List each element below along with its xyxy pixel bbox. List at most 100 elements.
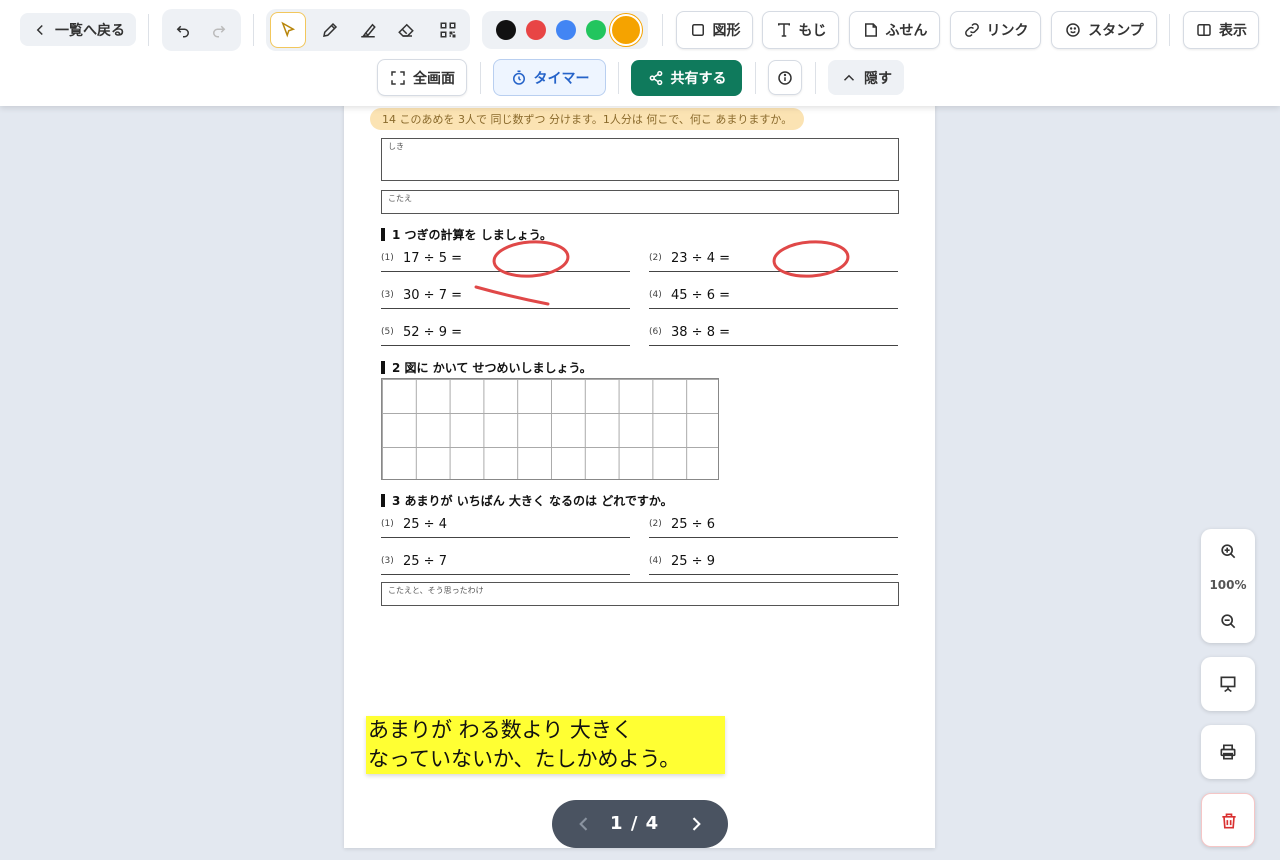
shape-button[interactable]: 図形 — [676, 11, 753, 49]
problem-row[interactable]: (1) 17 ÷ 5 = — [381, 248, 630, 272]
problem-expression: 45 ÷ 6 = — [671, 288, 730, 303]
link-label: リンク — [986, 23, 1029, 39]
section-3-title: 3 あまりが いちばん 大きく なるのは どれですか。 — [381, 492, 673, 509]
zoom-out-icon — [1221, 614, 1236, 629]
fullscreen-button[interactable]: 全画面 — [377, 59, 467, 96]
problem-row[interactable]: (3) 30 ÷ 7 = — [381, 285, 630, 309]
problem-number: (1) — [381, 253, 394, 263]
zoom-level: 100% — [1209, 578, 1247, 592]
problem-row[interactable]: (4) 45 ÷ 6 = — [649, 285, 898, 309]
problem-number: (3) — [381, 290, 394, 300]
text-button[interactable]: もじ — [762, 11, 839, 49]
problem-row[interactable]: (5) 52 ÷ 9 = — [381, 322, 630, 346]
presentation-icon — [1220, 676, 1236, 693]
print-button[interactable] — [1201, 725, 1255, 779]
problem-number: (2) — [649, 253, 662, 263]
undo-icon — [174, 21, 192, 39]
divider — [662, 14, 663, 46]
smiley-icon — [1064, 21, 1082, 39]
problem-expression: 25 ÷ 4 — [403, 517, 447, 532]
hide-toolbar-button[interactable]: 隠す — [828, 60, 904, 95]
undo-button[interactable] — [170, 18, 196, 42]
zoom-in-button[interactable] — [1201, 531, 1255, 571]
problem-expression: 38 ÷ 8 = — [671, 325, 730, 340]
drawing-grid[interactable] — [381, 378, 719, 480]
problem-row[interactable]: (6) 38 ÷ 8 = — [649, 322, 898, 346]
page-navigator: 1 / 4 — [552, 800, 728, 848]
delete-button[interactable] — [1201, 793, 1255, 847]
next-page-button[interactable] — [686, 814, 706, 834]
color-swatch-green[interactable] — [586, 20, 606, 40]
shape-label: 図形 — [712, 23, 741, 39]
section-3-title-text: 3 あまりが いちばん 大きく なるのは どれですか。 — [392, 494, 673, 508]
section-marker — [381, 228, 385, 241]
redo-icon — [210, 21, 228, 39]
color-swatch-blue[interactable] — [556, 20, 576, 40]
color-palette — [482, 11, 648, 49]
chevron-left-icon — [579, 817, 588, 831]
section-marker — [381, 494, 385, 507]
problem-number: (4) — [649, 556, 662, 566]
color-swatch-red[interactable] — [526, 20, 546, 40]
sticky-note-button[interactable]: ふせん — [849, 11, 940, 49]
problem-row[interactable]: (2) 25 ÷ 6 — [649, 514, 898, 538]
question-14-banner: 14 このあめを 3人で 同じ数ずつ 分けます。1人分は 何こで、何こ あまりま… — [370, 108, 805, 130]
sticky-note[interactable]: あまりが わる数より 大きく なっていないか、たしかめよう。 — [366, 716, 725, 774]
display-label: 表示 — [1219, 23, 1247, 39]
share-button[interactable]: 共有する — [631, 60, 742, 96]
print-icon-wrap — [1201, 732, 1255, 772]
eraser-tool-button[interactable] — [388, 12, 424, 48]
stamp-button[interactable]: スタンプ — [1051, 11, 1157, 49]
problem-row[interactable]: (2) 23 ÷ 4 = — [649, 248, 898, 272]
chevron-right-icon — [692, 817, 701, 831]
problem-row[interactable]: (3) 25 ÷ 7 — [381, 551, 630, 575]
zoom-in-icon — [1221, 544, 1236, 559]
section-2-title-text: 2 図に かいて せつめいしましょう。 — [392, 361, 592, 375]
kotae-label: こたえ — [388, 194, 412, 203]
problem-number: (4) — [649, 290, 662, 300]
redo-button[interactable] — [206, 18, 232, 42]
problem-row[interactable]: (4) 25 ÷ 9 — [649, 551, 898, 575]
qr-code-button[interactable] — [430, 12, 466, 48]
present-icon-wrap — [1201, 664, 1255, 704]
history-group — [162, 9, 241, 51]
info-button[interactable] — [768, 60, 802, 95]
divider — [253, 14, 254, 46]
link-button[interactable]: リンク — [950, 11, 1041, 49]
share-icon — [647, 69, 665, 87]
present-button[interactable] — [1201, 657, 1255, 711]
text-t-icon — [775, 21, 793, 39]
delete-icon-wrap — [1202, 801, 1256, 841]
chevron-up-icon — [840, 69, 858, 87]
reason-answer-box[interactable]: こたえと、そう思ったわけ — [381, 582, 899, 606]
printer-icon — [1220, 744, 1236, 760]
section-1-title: 1 つぎの計算を しましょう。 — [381, 226, 552, 243]
fullscreen-label: 全画面 — [413, 70, 455, 87]
cursor-arrow-icon — [279, 21, 297, 39]
problem-number: (1) — [381, 519, 394, 529]
zoom-out-button[interactable] — [1201, 601, 1255, 641]
tool-group — [266, 9, 470, 51]
pencil-icon — [321, 21, 339, 39]
select-tool-button[interactable] — [270, 12, 306, 48]
divider — [618, 62, 619, 94]
eraser-icon — [397, 21, 415, 39]
problem-number: (3) — [381, 556, 394, 566]
section-2-title: 2 図に かいて せつめいしましょう。 — [381, 359, 592, 376]
problem-expression: 30 ÷ 7 = — [403, 288, 462, 303]
kotae-answer-box[interactable]: こたえ — [381, 190, 899, 214]
pen-tool-button[interactable] — [312, 12, 348, 48]
page-separator: / — [630, 813, 639, 834]
color-swatch-orange-selected[interactable] — [610, 14, 642, 46]
previous-page-button[interactable] — [574, 814, 594, 834]
highlighter-tool-button[interactable] — [350, 12, 386, 48]
link-icon — [963, 21, 981, 39]
stamp-label: スタンプ — [1088, 23, 1144, 39]
divider — [755, 62, 756, 94]
color-swatch-black[interactable] — [496, 20, 516, 40]
shiki-answer-box[interactable]: しき — [381, 138, 899, 181]
timer-button[interactable]: タイマー — [493, 59, 606, 96]
display-button[interactable]: 表示 — [1183, 11, 1259, 49]
problem-row[interactable]: (1) 25 ÷ 4 — [381, 514, 630, 538]
back-to-list-button[interactable]: 一覧へ戻る — [20, 13, 136, 46]
